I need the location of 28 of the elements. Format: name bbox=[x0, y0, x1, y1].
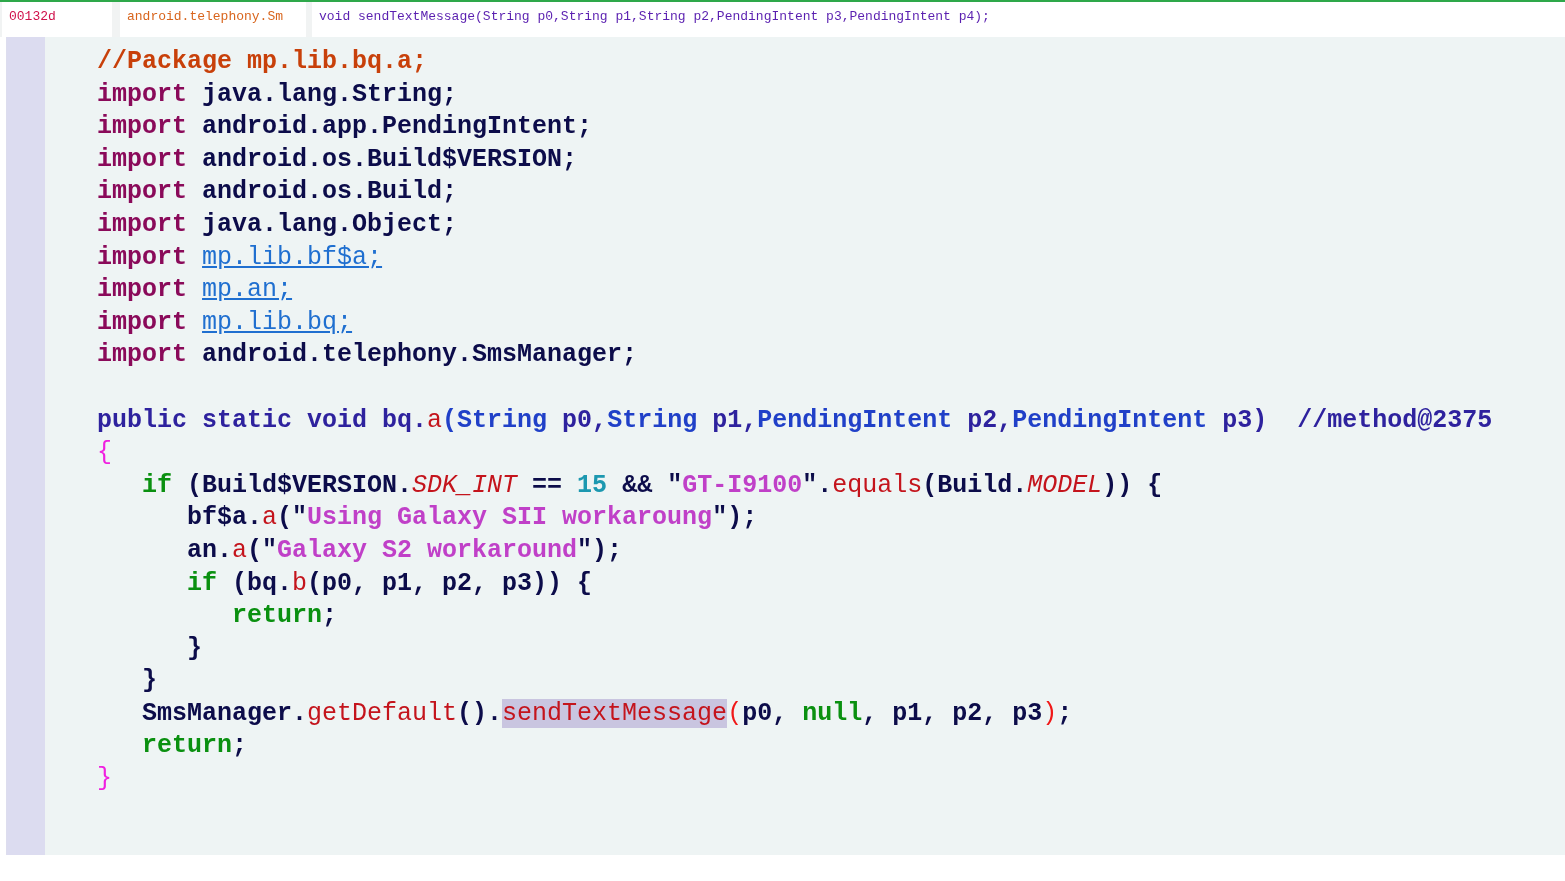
code-line: import android.telephony.SmsManager; bbox=[97, 339, 639, 372]
code-line: import java.lang.Object; bbox=[97, 208, 459, 241]
code-line: import java.lang.String; bbox=[97, 78, 459, 111]
signature-field: void sendTextMessage(String p0,String p1,String p2,PendingIntent p3,PendingIntent p4); bbox=[312, 2, 1565, 37]
code-line: } bbox=[97, 763, 113, 796]
code-line: //Package mp.lib.bq.a; bbox=[97, 46, 429, 78]
offset-field: 00132d bbox=[2, 2, 112, 37]
code-line: if (bq.b(p0, p1, p2, p3)) { bbox=[186, 567, 594, 600]
import-link[interactable]: mp.lib.bf$a; bbox=[202, 242, 383, 272]
code-line: if (Build$VERSION.SDK_INT == 15 && "GT-I9100".equals(Build.MODEL)) { bbox=[141, 469, 1164, 502]
code-line: } bbox=[141, 665, 158, 698]
import-link[interactable]: mp.lib.bq; bbox=[202, 307, 353, 337]
code-line: public static void bq.a(String p0,String p1,PendingIntent p2,PendingIntent p3) //method@2375 bbox=[97, 404, 1493, 437]
code-line: an.a("Galaxy S2 workaround"); bbox=[186, 534, 624, 567]
import-link[interactable]: mp.an; bbox=[202, 275, 293, 305]
code-line: bf$a.a("Using Galaxy SII workaroung"); bbox=[186, 502, 759, 535]
code-line: { bbox=[97, 437, 113, 470]
class-field: android.telephony.Sm bbox=[120, 2, 306, 37]
code-line: import mp.an; bbox=[97, 274, 294, 307]
code-line: import android.os.Build$VERSION; bbox=[97, 143, 579, 176]
code-line: SmsManager.getDefault().sendTextMessage(p0, null, p1, p2, p3); bbox=[141, 697, 1074, 730]
code-line: import mp.lib.bq; bbox=[97, 306, 354, 339]
code-line: import mp.lib.bf$a; bbox=[97, 241, 384, 274]
code-line: import android.app.PendingIntent; bbox=[97, 111, 594, 144]
code-line: return; bbox=[141, 730, 249, 763]
code-line: import android.os.Build; bbox=[97, 176, 459, 209]
code-line: return; bbox=[231, 600, 339, 633]
code-line: } bbox=[186, 632, 203, 665]
